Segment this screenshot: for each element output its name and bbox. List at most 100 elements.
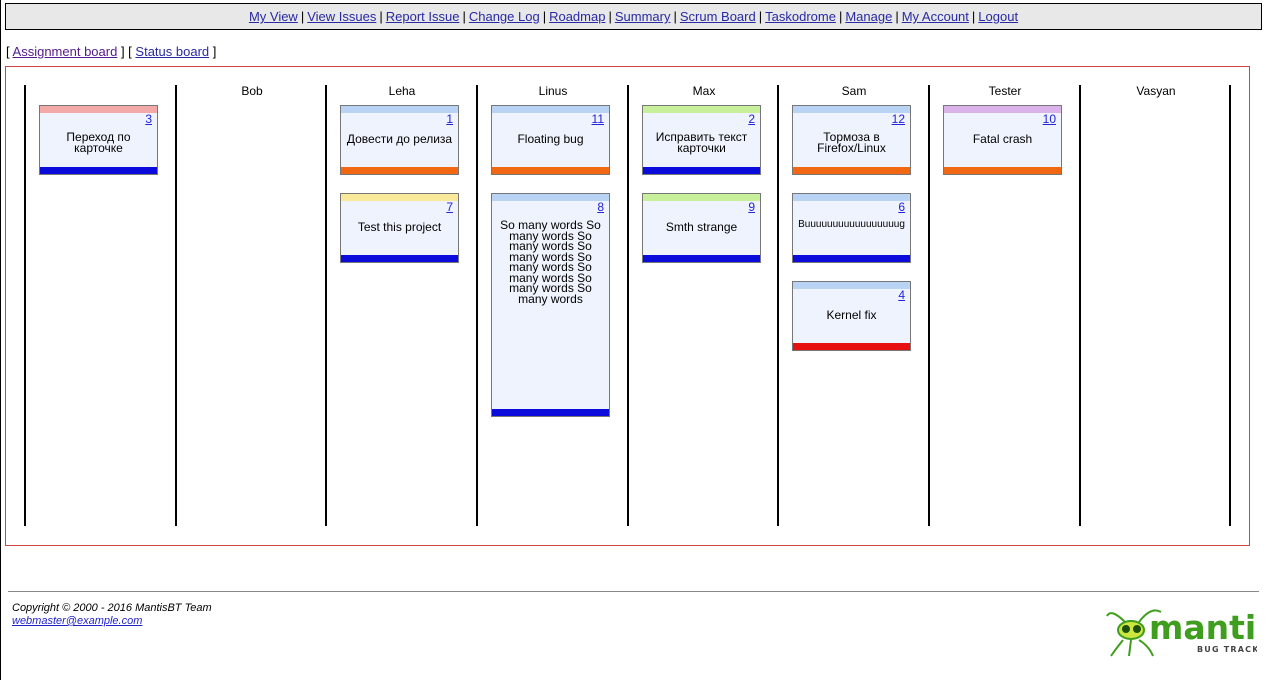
issue-summary: Smth strange [665, 220, 738, 234]
issue-card[interactable]: 4 Kernel fix [792, 281, 911, 351]
menu-logout[interactable]: Logout [978, 9, 1018, 24]
bracket-middle: ] [ [120, 44, 132, 59]
issue-card[interactable]: 10 Fatal crash [943, 105, 1062, 175]
menu-separator: | [542, 9, 547, 24]
issue-summary: Floating bug [517, 132, 584, 146]
issue-id-link[interactable]: 2 [748, 112, 755, 126]
card-priority-strip [40, 167, 157, 174]
menu-report-issue[interactable]: Report Issue [386, 9, 460, 24]
issue-summary: Fatal crash [972, 132, 1033, 146]
menu-manage[interactable]: Manage [845, 9, 892, 24]
column-header: Tester [988, 84, 1022, 98]
card-status-strip [643, 194, 760, 201]
issue-card[interactable]: 12 Тормоза в Firefox/Linux [792, 105, 911, 175]
issue-card[interactable]: 9 Smth strange [642, 193, 761, 263]
bracket-close: ] [212, 44, 217, 59]
webmaster-email-link[interactable]: webmaster@example.com [12, 615, 142, 627]
menu-roadmap[interactable]: Roadmap [549, 9, 605, 24]
issue-id-link[interactable]: 11 [592, 112, 604, 126]
issue-id-link[interactable]: 4 [898, 288, 905, 302]
card-priority-strip [643, 255, 760, 262]
issue-summary: Довести до релиза [346, 132, 453, 146]
column-divider [476, 85, 478, 526]
issue-card[interactable]: 8 So many words So many words So many wor… [491, 193, 610, 417]
mantis-logo[interactable]: mantis BUG TRACKER [1105, 602, 1257, 658]
issue-summary: Переход по карточке [66, 130, 131, 155]
column-divider [24, 85, 26, 526]
board-switcher: [ Assignment board ] [ Status board ] [6, 44, 216, 59]
column-header: Sam [841, 84, 867, 98]
issue-card[interactable]: 11 Floating bug [491, 105, 610, 175]
status-board-link[interactable]: Status board [135, 44, 209, 59]
column-header: Bob [241, 84, 263, 98]
column-divider [325, 85, 327, 526]
issue-card[interactable]: 1 Довести до релиза [340, 105, 459, 175]
menu-separator: | [971, 9, 976, 24]
card-status-strip [492, 194, 609, 201]
issue-id-link[interactable]: 1 [446, 112, 453, 126]
card-status-strip [40, 106, 157, 113]
card-priority-strip [341, 167, 458, 174]
bracket-open: [ [6, 44, 10, 59]
menu-separator: | [895, 9, 899, 24]
issue-id-link[interactable]: 6 [898, 200, 905, 214]
column-divider [627, 85, 629, 526]
card-status-strip [793, 282, 910, 289]
column-divider [928, 85, 930, 526]
issue-id-link[interactable]: 3 [145, 112, 152, 126]
card-priority-strip [492, 409, 609, 416]
menu-view-issues[interactable]: View Issues [307, 9, 376, 24]
issue-card[interactable]: 7 Test this project [340, 193, 459, 263]
column-header: Leha [388, 84, 416, 98]
issue-summary: Исправить текст карточки [655, 130, 748, 155]
menu-separator: | [758, 9, 763, 24]
menu-my-account[interactable]: My Account [902, 9, 969, 24]
assignment-board-link[interactable]: Assignment board [13, 44, 118, 59]
issue-id-link[interactable]: 7 [446, 200, 453, 214]
menu-separator: | [673, 9, 677, 24]
card-priority-strip [793, 255, 910, 262]
issue-card[interactable]: 6 Buuuuuuuuuuuuuuuuug [792, 193, 911, 263]
issue-summary: Test this project [357, 220, 442, 234]
footer-divider [8, 591, 1259, 592]
issue-card[interactable]: 3 Переход по карточке [39, 105, 158, 175]
mantis-logo-word: mantis [1149, 608, 1257, 647]
menu-taskodrome[interactable]: Taskodrome [765, 9, 836, 24]
menu-separator: | [300, 9, 305, 24]
column-divider [777, 85, 779, 526]
column-divider [1079, 85, 1081, 526]
issue-id-link[interactable]: 10 [1043, 112, 1056, 126]
issue-id-link[interactable]: 12 [892, 112, 905, 126]
assignment-board: Bob Leha Linus Max Sam Tester Vasyan 3 Переход п… [5, 66, 1250, 546]
card-priority-strip [492, 167, 609, 174]
card-priority-strip [793, 343, 910, 350]
menu-separator: | [462, 9, 466, 24]
issue-summary: So many words So many words So many word… [500, 218, 601, 306]
issue-id-link[interactable]: 9 [748, 200, 755, 214]
card-priority-strip [944, 167, 1061, 174]
column-header: Max [692, 84, 716, 98]
card-priority-strip [793, 167, 910, 174]
issue-summary: Тормоза в Firefox/Linux [817, 130, 886, 155]
issue-card[interactable]: 2 Исправить текст карточки [642, 105, 761, 175]
column-header: Vasyan [1136, 84, 1176, 98]
menu-summary[interactable]: Summary [615, 9, 671, 24]
card-status-strip [643, 106, 760, 113]
column-divider [175, 85, 177, 526]
menu-separator: | [608, 9, 612, 24]
main-menu: My View | View Issues | Report Issue | Change … [5, 3, 1262, 30]
menu-change-log[interactable]: Change Log [469, 9, 540, 24]
column-header: Linus [538, 84, 568, 98]
card-status-strip [341, 106, 458, 113]
card-status-strip [341, 194, 458, 201]
left-edge-rule [0, 0, 1, 680]
issue-summary: Buuuuuuuuuuuuuuuuug [798, 219, 905, 230]
menu-scrum-board[interactable]: Scrum Board [680, 9, 756, 24]
issue-summary: Kernel fix [826, 308, 877, 322]
mantis-logo-subtitle: BUG TRACKER [1197, 645, 1257, 654]
menu-separator: | [838, 9, 843, 24]
issue-id-link[interactable]: 8 [597, 200, 604, 214]
column-divider [1229, 85, 1231, 526]
menu-my-view[interactable]: My View [249, 9, 298, 24]
copyright-text: Copyright © 2000 - 2016 MantisBT Team [12, 602, 212, 614]
